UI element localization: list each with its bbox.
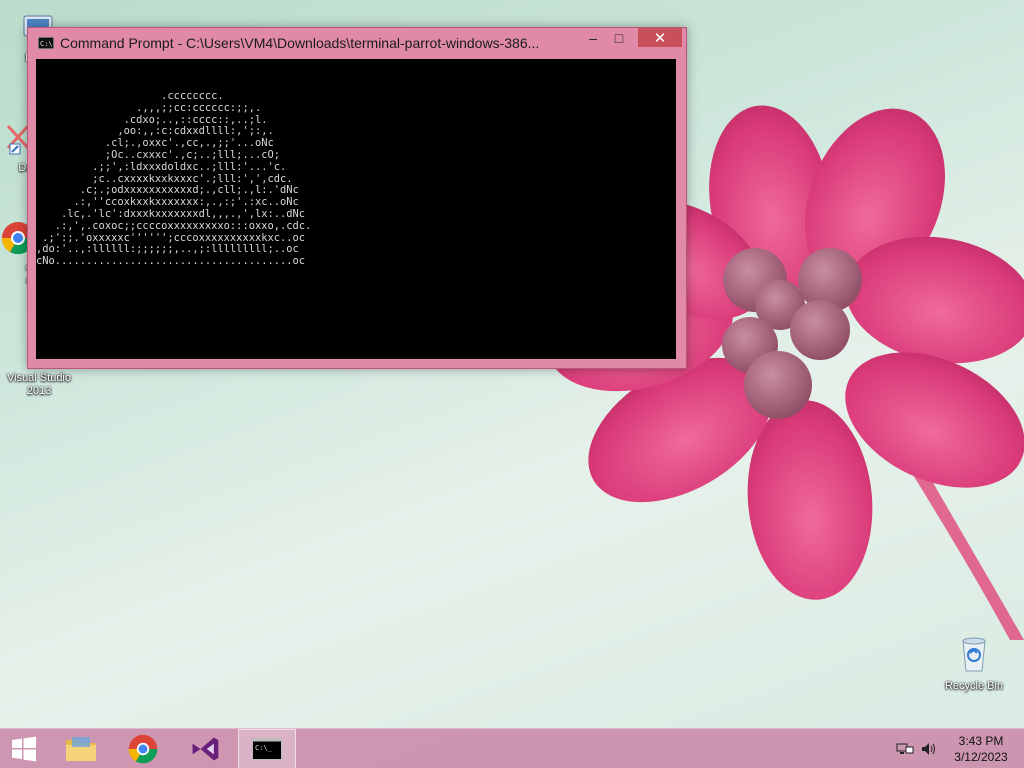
close-button[interactable]: ✕ — [638, 28, 682, 47]
desktop-icon-label: Visual Studio 2013 — [6, 372, 71, 397]
recycle-bin-icon — [962, 637, 986, 672]
start-button[interactable] — [0, 729, 48, 768]
window-title: Command Prompt - C:\Users\VM4\Downloads\… — [60, 35, 540, 51]
volume-icon[interactable] — [920, 741, 938, 757]
network-icon[interactable] — [896, 741, 914, 757]
command-prompt-window[interactable]: C:\ Command Prompt - C:\Users\VM4\Downlo… — [27, 27, 687, 369]
command-prompt-icon: C:\ — [38, 37, 54, 49]
command-prompt-icon: C:\_ — [252, 738, 282, 760]
svg-text:C:\_: C:\_ — [255, 744, 273, 752]
clock-date: 3/12/2023 — [954, 750, 1008, 764]
maximize-button[interactable]: □ — [606, 28, 632, 48]
system-tray — [896, 729, 938, 768]
taskbar: C:\_ 3:43 PM 3/12/2023 — [0, 728, 1024, 768]
minimize-button[interactable]: – — [580, 28, 606, 48]
console-output: .cccccccc. .,,,;;cc:cccccc:;;,. .cdxo;..… — [36, 90, 312, 268]
desktop-icon-label: Recycle Bin — [944, 680, 1004, 692]
taskbar-visual-studio[interactable] — [176, 729, 234, 768]
taskbar-chrome[interactable] — [114, 729, 172, 768]
clock[interactable]: 3:43 PM 3/12/2023 — [946, 733, 1016, 765]
taskbar-file-explorer[interactable] — [52, 729, 110, 768]
windows-start-icon — [12, 736, 36, 762]
console-area[interactable]: .cccccccc. .,,,;;cc:cccccc:;;,. .cdxo;..… — [36, 59, 676, 359]
visual-studio-icon — [192, 737, 219, 761]
taskbar-command-prompt[interactable]: C:\_ — [238, 729, 296, 768]
desktop-icon-recycle-bin[interactable]: Recycle Bin — [936, 632, 1012, 693]
desktop: My C Data G C Visual Studio 2013 — [0, 0, 1024, 768]
folder-icon — [66, 737, 96, 761]
svg-text:C:\: C:\ — [40, 40, 53, 48]
chrome-icon — [128, 734, 158, 764]
clock-time: 3:43 PM — [958, 734, 1004, 748]
